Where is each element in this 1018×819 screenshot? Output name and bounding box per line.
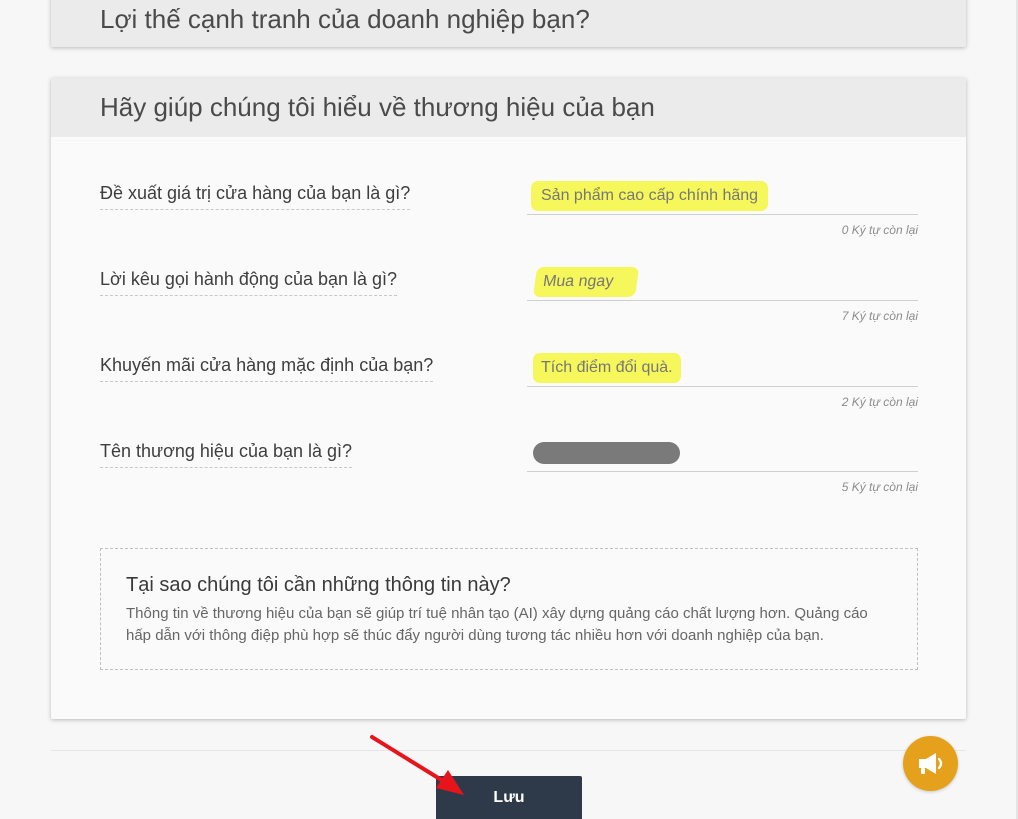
call-to-action-label: Lời kêu gọi hành động của bạn là gì? — [100, 269, 398, 296]
default-promotion-label: Khuyến mãi cửa hàng mặc định của bạn? — [100, 355, 434, 382]
default-promotion-counter: 2 Ký tự còn lại — [841, 395, 918, 409]
brand-name-counter: 5 Ký tự còn lại — [841, 480, 918, 494]
brand-card-title: Hãy giúp chúng tôi hiểu về thương hiệu c… — [100, 92, 655, 122]
brand-name-label: Tên thương hiệu của bạn là gì? — [100, 441, 353, 468]
competitive-advantage-card[interactable]: Lợi thế cạnh tranh của doanh nghiệp bạn? — [51, 0, 966, 47]
info-body: Thông tin về thương hiệu của bạn sẽ giúp… — [126, 605, 868, 644]
call-to-action-input[interactable]: Mua ngay — [527, 265, 918, 301]
value-proposition-label: Đề xuất giá trị cửa hàng của bạn là gì? — [100, 183, 411, 210]
info-box: Tại sao chúng tôi cần những thông tin nà… — [100, 548, 918, 670]
value-proposition-counter: 0 Ký tự còn lại — [841, 223, 918, 237]
info-title: Tại sao chúng tôi cần những thông tin nà… — [126, 574, 511, 596]
announcement-button[interactable] — [903, 736, 958, 791]
redacted-brand-name — [533, 442, 680, 464]
call-to-action-value: Mua ngay — [537, 271, 635, 293]
value-proposition-value: Sản phẩm cao cấp chính hãng — [535, 185, 765, 207]
save-button[interactable]: Lưu — [436, 776, 582, 819]
value-proposition-input[interactable]: Sản phẩm cao cấp chính hãng — [527, 179, 918, 215]
footer-divider — [51, 750, 966, 751]
default-promotion-input[interactable]: Tích điểm đổi quà. — [527, 351, 918, 387]
brand-info-card: Hãy giúp chúng tôi hiểu về thương hiệu c… — [51, 78, 966, 719]
brand-card-header: Hãy giúp chúng tôi hiểu về thương hiệu c… — [51, 78, 966, 137]
default-promotion-value: Tích điểm đổi quà. — [537, 357, 677, 379]
call-to-action-counter: 7 Ký tự còn lại — [841, 309, 918, 323]
competitive-advantage-title: Lợi thế cạnh tranh của doanh nghiệp bạn? — [100, 4, 590, 34]
brand-name-input[interactable] — [527, 436, 918, 472]
megaphone-icon — [919, 753, 943, 774]
